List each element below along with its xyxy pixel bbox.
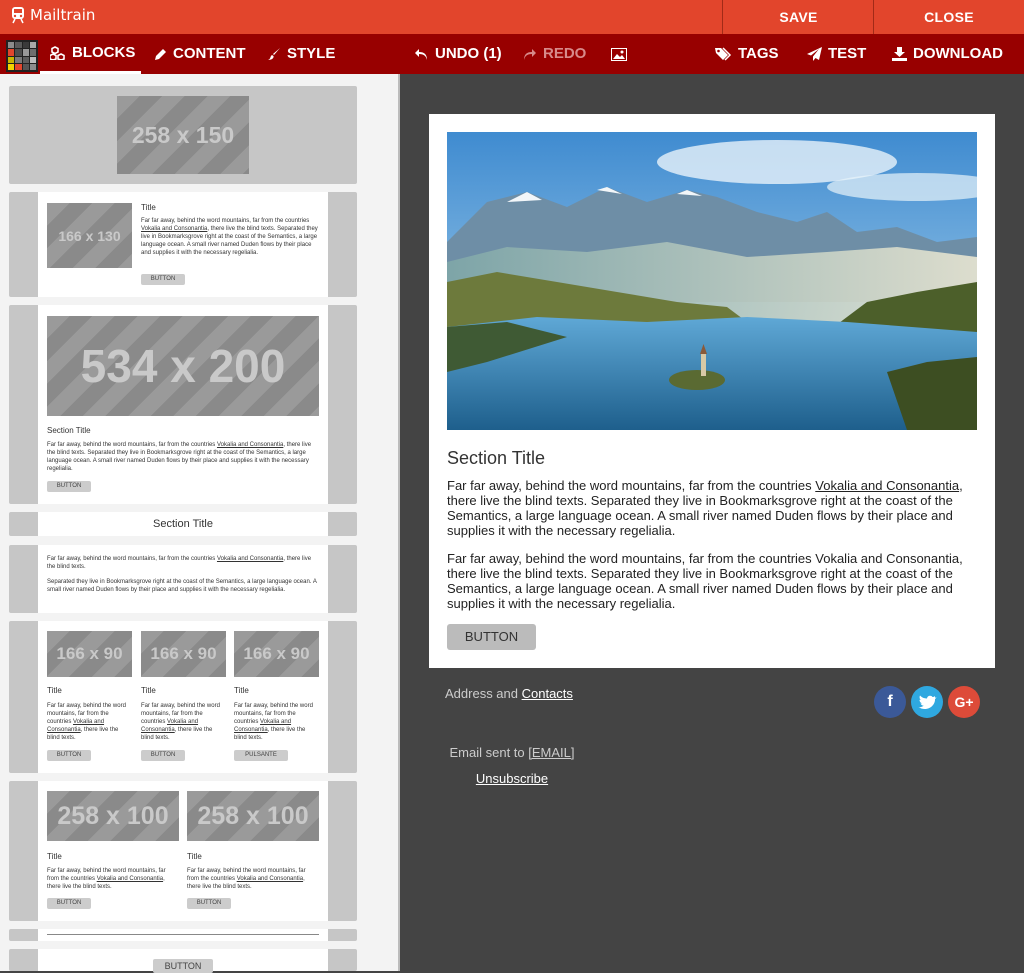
tags-icon (715, 47, 732, 61)
image-placeholder: 166 x 90 (234, 631, 319, 677)
hero-image[interactable] (447, 132, 977, 430)
image-gallery-button[interactable] (611, 34, 627, 74)
close-button[interactable]: CLOSE (873, 0, 1024, 34)
block-text-only[interactable]: Far far away, behind the word mountains,… (9, 545, 357, 613)
download-icon (892, 47, 907, 61)
block-title: Title (47, 852, 62, 861)
block-text: Far far away, behind the word mountains,… (141, 703, 220, 741)
editor-toolbar: BLOCKS CONTENT STYLE UNDO (1) REDO TAGS … (0, 34, 1024, 74)
block-title: Section Title (47, 426, 91, 435)
tags-label: TAGS (738, 45, 779, 62)
cubes-icon (50, 45, 65, 60)
google-plus-icon[interactable]: G+ (948, 686, 980, 718)
image-placeholder: 166 x 90 (141, 631, 226, 677)
image-placeholder: 166 x 90 (47, 631, 132, 677)
pencil-icon (155, 48, 166, 60)
block-text: Far far away, behind the word mountains,… (187, 868, 306, 890)
image-placeholder: 166 x 130 (47, 203, 132, 268)
block-title: Title (141, 686, 156, 695)
block-divider[interactable] (9, 929, 357, 941)
tab-blocks-label: BLOCKS (72, 43, 136, 61)
email-merge-tag[interactable]: [EMAIL] (528, 745, 574, 760)
block-text: Far far away, behind the word mountains,… (141, 218, 318, 256)
block-text: Far far away, behind the word mountains,… (47, 442, 312, 472)
theme-palette-button[interactable] (6, 40, 38, 72)
email-paragraph-1[interactable]: Far far away, behind the word mountains,… (447, 478, 977, 538)
bird-glyph (918, 695, 937, 710)
brush-icon (268, 48, 280, 60)
block-title: Title (187, 852, 202, 861)
redo-label: REDO (543, 45, 587, 62)
tab-content[interactable]: CONTENT (154, 34, 246, 74)
email-paragraph-2[interactable]: Far far away, behind the word mountains,… (447, 551, 977, 611)
unsubscribe-link[interactable]: Unsubscribe (0, 771, 1024, 786)
block-text: Far far away, behind the word mountains,… (234, 703, 313, 741)
footer-sent-to[interactable]: Email sent to [EMAIL] (0, 745, 1024, 760)
block-title: Title (141, 203, 156, 212)
block-title: Title (234, 686, 249, 695)
block-text: Separated they live in Bookmarksgrove ri… (47, 579, 317, 593)
download-label: DOWNLOAD (913, 45, 1003, 62)
block-text: Far far away, behind the word mountains,… (47, 703, 126, 741)
contacts-link[interactable]: Contacts (522, 686, 573, 701)
divider-line (47, 934, 319, 935)
app-logo: Mailtrain (10, 6, 95, 24)
tags-button[interactable]: TAGS (715, 34, 779, 74)
image-placeholder: 258 x 150 (117, 96, 249, 174)
save-button[interactable]: SAVE (722, 0, 874, 34)
block-two-columns[interactable]: 258 x 100 Title Far far away, behind the… (9, 781, 357, 921)
undo-button[interactable]: UNDO (1) (414, 34, 502, 74)
block-button: BUTTON (187, 898, 231, 909)
block-image-section[interactable]: 534 x 200 Section Title Far far away, be… (9, 305, 357, 504)
top-bar: Mailtrain SAVE CLOSE (0, 0, 1024, 34)
tab-style-label: STYLE (287, 45, 336, 62)
tab-blocks[interactable]: BLOCKS (40, 34, 141, 74)
block-image[interactable]: 258 x 150 (9, 86, 357, 184)
block-text: Far far away, behind the word mountains,… (47, 556, 312, 570)
block-text: Far far away, behind the word mountains,… (47, 868, 166, 890)
image-placeholder: 258 x 100 (47, 791, 179, 841)
facebook-icon[interactable]: f (874, 686, 906, 718)
image-placeholder: 258 x 100 (187, 791, 319, 841)
twitter-icon[interactable] (911, 686, 943, 718)
tab-content-label: CONTENT (173, 45, 246, 62)
test-button[interactable]: TEST (807, 34, 866, 74)
vokalia-link[interactable]: Vokalia and Consonantia (815, 478, 959, 493)
redo-icon (524, 48, 536, 60)
undo-label: UNDO (1) (435, 45, 502, 62)
redo-button[interactable]: REDO (522, 34, 586, 74)
block-title: Title (47, 686, 62, 695)
footer-address[interactable]: Address and Contacts (445, 686, 573, 701)
test-label: TEST (828, 45, 867, 62)
block-button-only[interactable]: BUTTON (9, 949, 357, 973)
email-cta-button[interactable]: BUTTON (447, 624, 536, 650)
email-section-title[interactable]: Section Title (447, 448, 545, 469)
download-button[interactable]: DOWNLOAD (892, 34, 1003, 74)
block-button: BUTTON (47, 898, 91, 909)
block-section-title[interactable]: Section Title (9, 512, 357, 536)
block-button: BUTTON (47, 481, 91, 492)
image-icon (611, 47, 627, 61)
block-image-text[interactable]: 166 x 130 Title Far far away, behind the… (9, 192, 357, 297)
block-title: Section Title (38, 512, 328, 536)
paper-plane-icon (807, 47, 822, 61)
mountain-lake-image (447, 132, 977, 430)
tab-style[interactable]: STYLE (268, 34, 335, 74)
block-button: BUTTON (141, 274, 185, 285)
image-placeholder: 534 x 200 (47, 316, 319, 416)
app-name: Mailtrain (30, 6, 96, 24)
undo-icon (415, 48, 427, 60)
train-icon (12, 7, 24, 24)
